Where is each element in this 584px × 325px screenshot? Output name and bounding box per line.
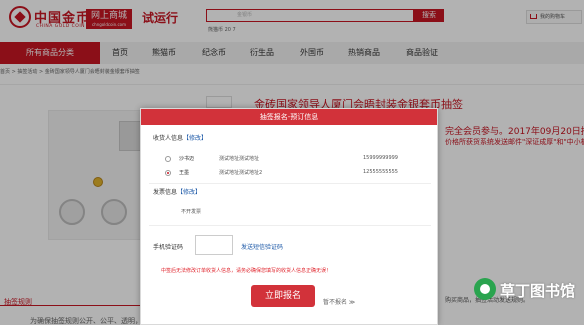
skip-signup-link[interactable]: 暂不报名 ≫	[323, 297, 355, 306]
address-radio[interactable]	[165, 170, 171, 176]
modal-title: 抽签报名-预订信息	[141, 109, 437, 125]
send-code-link[interactable]: 发送短信验证码	[241, 242, 283, 251]
address-phone: 15999999999	[363, 155, 398, 161]
watermark-text: 草丁图书馆	[500, 282, 576, 300]
verification-code-label: 手机验证码	[153, 244, 184, 251]
signup-modal: 抽签报名-预订信息 收货人信息【修改】 沙书迈 测试地址测试地址 1599999…	[140, 108, 438, 325]
address-name: 沙书迈	[179, 156, 195, 162]
address-radio[interactable]	[165, 156, 171, 162]
divider	[149, 183, 431, 184]
signup-submit-button[interactable]: 立即报名	[251, 285, 315, 307]
divider	[149, 225, 431, 226]
address-detail: 测试地址测试地址2	[219, 170, 263, 176]
watermark: 草丁图书馆	[474, 276, 580, 304]
consignee-section-title: 收货人信息【修改】	[153, 133, 207, 142]
consignee-edit-link[interactable]: 【修改】	[183, 135, 207, 142]
invoice-value: 不开发票	[181, 209, 202, 215]
invoice-section-title: 发票信息【修改】	[153, 187, 201, 196]
invoice-edit-link[interactable]: 【修改】	[177, 189, 201, 196]
address-detail: 测试地址测试地址	[219, 156, 260, 162]
verification-code-input[interactable]	[195, 235, 233, 255]
consignee-title: 收货人信息	[153, 135, 184, 142]
address-name: 王墨	[179, 170, 190, 176]
warning-text: 中签后无法修改订单收货人信息，请务必确保您填写的收货人信息正确无误！	[161, 268, 332, 274]
address-phone: 12555555555	[363, 169, 398, 175]
invoice-title: 发票信息	[153, 189, 178, 196]
watermark-logo-icon	[474, 278, 496, 300]
